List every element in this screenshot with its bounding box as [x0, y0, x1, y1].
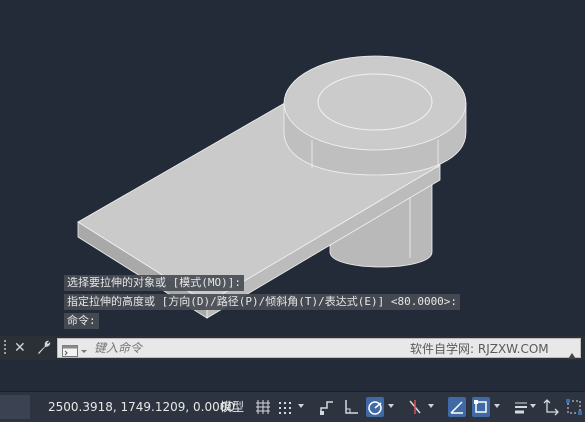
viewport-bottom-area: [0, 360, 585, 391]
command-input-box[interactable]: 软件自学网: RJZXW.COM: [57, 338, 581, 361]
infer-constraints-icon[interactable]: [318, 397, 336, 417]
polar-tracking-icon[interactable]: [366, 397, 384, 417]
lineweight-icon[interactable]: [512, 397, 530, 417]
command-bar: ✕ 软件自学网: RJZXW.COM: [0, 336, 585, 360]
command-prompt-icon[interactable]: [62, 342, 88, 361]
chevron-down-icon[interactable]: [530, 404, 536, 408]
object-snap-tracking-icon[interactable]: [448, 397, 466, 417]
grid-icon[interactable]: [254, 397, 272, 417]
chevron-down-icon[interactable]: [388, 404, 394, 408]
command-history-line: 指定拉伸的高度或 [方向(D)/路径(P)/倾斜角(T)/表达式(E)] <80…: [64, 294, 461, 310]
status-bar: 2500.3918, 1749.1209, 0.0000 模型: [0, 391, 585, 422]
model-space-button[interactable]: 模型: [220, 398, 244, 416]
command-history-line: 选择要拉伸的对象或 [模式(MO)]:: [64, 275, 244, 291]
upper-cylinder-hole: [317, 73, 433, 131]
wrench-icon[interactable]: [35, 338, 53, 356]
command-history-line: 命令:: [64, 313, 99, 329]
ortho-mode-icon[interactable]: [342, 397, 360, 417]
layout-tab-block[interactable]: [0, 395, 30, 419]
isometric-drafting-icon[interactable]: [406, 397, 424, 417]
command-input[interactable]: [94, 339, 394, 357]
drawing-viewport[interactable]: 选择要拉伸的对象或 [模式(MO)]: 指定拉伸的高度或 [方向(D)/路径(P…: [0, 0, 585, 335]
watermark-text: 软件自学网: RJZXW.COM: [410, 342, 549, 356]
close-icon[interactable]: ✕: [14, 339, 26, 357]
selection-cycling-icon[interactable]: [565, 397, 583, 417]
annotation-scale-icon[interactable]: [542, 397, 560, 417]
command-history: 选择要拉伸的对象或 [模式(MO)]: 指定拉伸的高度或 [方向(D)/路径(P…: [64, 275, 461, 332]
chevron-down-icon[interactable]: [298, 404, 304, 408]
snap-mode-icon[interactable]: [276, 397, 294, 417]
chevron-down-icon[interactable]: [494, 404, 500, 408]
drag-grip-icon[interactable]: [4, 340, 10, 356]
object-snap-icon[interactable]: [472, 397, 490, 417]
chevron-down-icon[interactable]: [428, 404, 434, 408]
cursor-coordinates[interactable]: 2500.3918, 1749.1209, 0.0000: [48, 398, 235, 416]
